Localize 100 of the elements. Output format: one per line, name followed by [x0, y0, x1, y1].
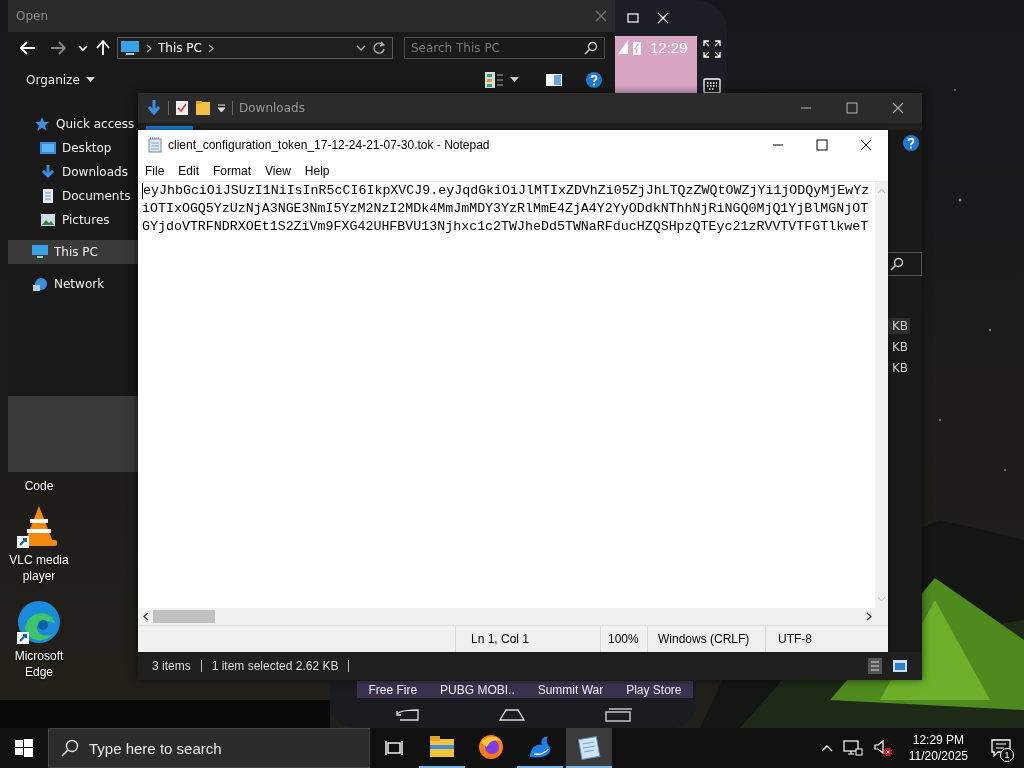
- status-text: Windows (CRLF): [647, 626, 765, 652]
- notepad-icon: [148, 137, 162, 153]
- search-field[interactable]: Type here to search: [48, 728, 370, 768]
- fox-globe-icon: [477, 733, 505, 761]
- sidebar-item[interactable]: Network: [8, 272, 138, 296]
- details-view-icon[interactable]: [868, 658, 882, 674]
- menu-item[interactable]: File: [138, 163, 172, 178]
- chevron-right-icon: [146, 43, 152, 53]
- menu-item[interactable]: View: [258, 163, 298, 178]
- clock[interactable]: 12:29 PM 11/20/2025: [908, 732, 968, 764]
- status-text: 3 items: [152, 660, 202, 672]
- star-icon: [34, 116, 50, 132]
- scrollbar[interactable]: [138, 608, 888, 625]
- chevron-down-icon[interactable]: [356, 44, 366, 52]
- menu-item[interactable]: Edit: [171, 163, 207, 178]
- recents-icon[interactable]: [604, 708, 632, 722]
- help-icon[interactable]: [902, 134, 920, 152]
- table-cell-text: KB: [891, 360, 910, 376]
- folder-icon[interactable]: [195, 100, 211, 116]
- notification-count: 1: [1000, 748, 1014, 762]
- globe-icon[interactable]: [15, 598, 63, 646]
- network-icon[interactable]: [842, 739, 863, 757]
- status-text: Ln 1, Col 1: [455, 626, 600, 652]
- menu-item[interactable]: Format: [206, 163, 259, 178]
- text-line: GYjdoVTRFNDRXOEt1S2ZiVm9FXG42UHFBVU13Njhxc1c2TWJheDd5TWNaRFducHZQSHpzQTEyc21zRVVTVTFGTlkweT: [142, 218, 869, 236]
- caret-icon: [85, 77, 95, 83]
- document-icon: [40, 188, 56, 204]
- computer-icon: [120, 40, 140, 56]
- scroll-left-icon[interactable]: [143, 612, 149, 621]
- battery-icon: [632, 40, 642, 56]
- window-title: client_configuration_token_17-12-24-21-07-30.tok - Notepad: [168, 138, 490, 152]
- search-field[interactable]: Search This PC: [404, 37, 605, 59]
- text-line: eyJhbGciOiJSUzI1NiIsInR5cCI6IkpXVCJ9.eyJqdGkiOiJlMTIxZDVhZi05ZjJhLTQzZWQtOWZjYi1jODQyMjEwYz: [143, 182, 870, 200]
- window-title: Open: [16, 9, 49, 23]
- notification-button[interactable]: 1: [986, 732, 1016, 764]
- home-icon[interactable]: [498, 708, 526, 722]
- sidebar-item[interactable]: Downloads: [8, 160, 138, 184]
- app-label[interactable]: Summit War: [537, 682, 604, 697]
- app-label[interactable]: PUBG MOBI..: [440, 682, 515, 697]
- preview-pane-icon[interactable]: [545, 73, 563, 87]
- address-bar[interactable]: This PC: [117, 37, 393, 59]
- scroll-thumb[interactable]: [153, 610, 215, 623]
- scroll-right-icon[interactable]: [866, 612, 872, 621]
- address-text: This PC: [158, 41, 202, 55]
- text-line: iOTIxOGQ5YzUzNjA3NGE3NmI5YzM2NzI2MDk4MmJmMDY3YzRlMmE4ZjA4Y2YyODdkNThhNjRiNGQ0MjQ1YjBlMGNjOT: [142, 200, 869, 218]
- sidebar-item[interactable]: This PC: [8, 240, 138, 264]
- tab-indicator: [146, 126, 193, 130]
- sidebar-item[interactable]: Pictures: [8, 208, 138, 232]
- table-cell-text: KB: [891, 339, 910, 355]
- maximize-icon[interactable]: [816, 139, 828, 151]
- computer-icon: [32, 244, 48, 260]
- task-view-icon[interactable]: [385, 740, 403, 756]
- app-label[interactable]: Free Fire: [368, 682, 418, 697]
- icon-label[interactable]: Microsoft Edge: [3, 648, 75, 680]
- status-text: 100%: [600, 626, 647, 652]
- desktop-icon: [40, 140, 56, 156]
- help-icon[interactable]: [585, 71, 603, 89]
- caret-icon[interactable]: [510, 77, 519, 83]
- dropdown-icon[interactable]: [217, 103, 226, 113]
- fullscreen-icon[interactable]: [703, 40, 721, 58]
- sidebar-item[interactable]: Desktop: [8, 136, 138, 160]
- status-text: UTF-8: [765, 626, 865, 652]
- view-list-icon[interactable]: [484, 71, 504, 89]
- search-icon[interactable]: [890, 257, 904, 271]
- search-icon[interactable]: [584, 41, 598, 55]
- back-icon[interactable]: [394, 708, 420, 722]
- search-icon: [61, 739, 79, 757]
- chevron-right-icon: [207, 43, 214, 53]
- close-icon[interactable]: [892, 102, 904, 114]
- picture-icon: [40, 212, 56, 228]
- up-arrow-icon[interactable]: [96, 40, 110, 56]
- signal-icon: [618, 40, 628, 54]
- clock-text: 12:29: [650, 40, 688, 56]
- speaker-muted-icon[interactable]: [872, 739, 893, 757]
- download-icon[interactable]: [146, 99, 162, 117]
- keyboard-icon[interactable]: [703, 78, 721, 94]
- taskbar-button[interactable]: [566, 728, 612, 768]
- organize-button[interactable]: Organize: [20, 70, 101, 90]
- app-label[interactable]: Play Store: [626, 682, 682, 697]
- back-arrow-icon[interactable]: [20, 41, 36, 55]
- table-cell: KB: [888, 318, 911, 334]
- chevron-up-icon[interactable]: [820, 744, 833, 752]
- forward-arrow-icon[interactable]: [50, 41, 66, 55]
- windows-logo-icon[interactable]: [15, 739, 33, 757]
- tiles-view-icon[interactable]: [892, 659, 908, 673]
- icon-label[interactable]: Code: [3, 478, 75, 494]
- close-icon[interactable]: [860, 139, 872, 151]
- window-title: Downloads: [239, 101, 305, 115]
- sidebar-item[interactable]: Documents: [8, 184, 138, 208]
- sidebar-item[interactable]: Quick access: [8, 112, 138, 136]
- search-input[interactable]: Search This PC: [405, 40, 584, 56]
- text-cursor: [142, 183, 143, 199]
- message-icon: [991, 739, 1011, 757]
- refresh-icon[interactable]: [372, 41, 386, 55]
- menu-item[interactable]: Help: [297, 163, 337, 178]
- status-text: 1 item selected 2.62 KB: [211, 660, 350, 672]
- download-icon: [40, 164, 56, 180]
- icon-label[interactable]: VLC media player: [3, 552, 75, 584]
- checklist-icon[interactable]: [175, 100, 189, 116]
- search-input[interactable]: Type here to search: [87, 738, 369, 758]
